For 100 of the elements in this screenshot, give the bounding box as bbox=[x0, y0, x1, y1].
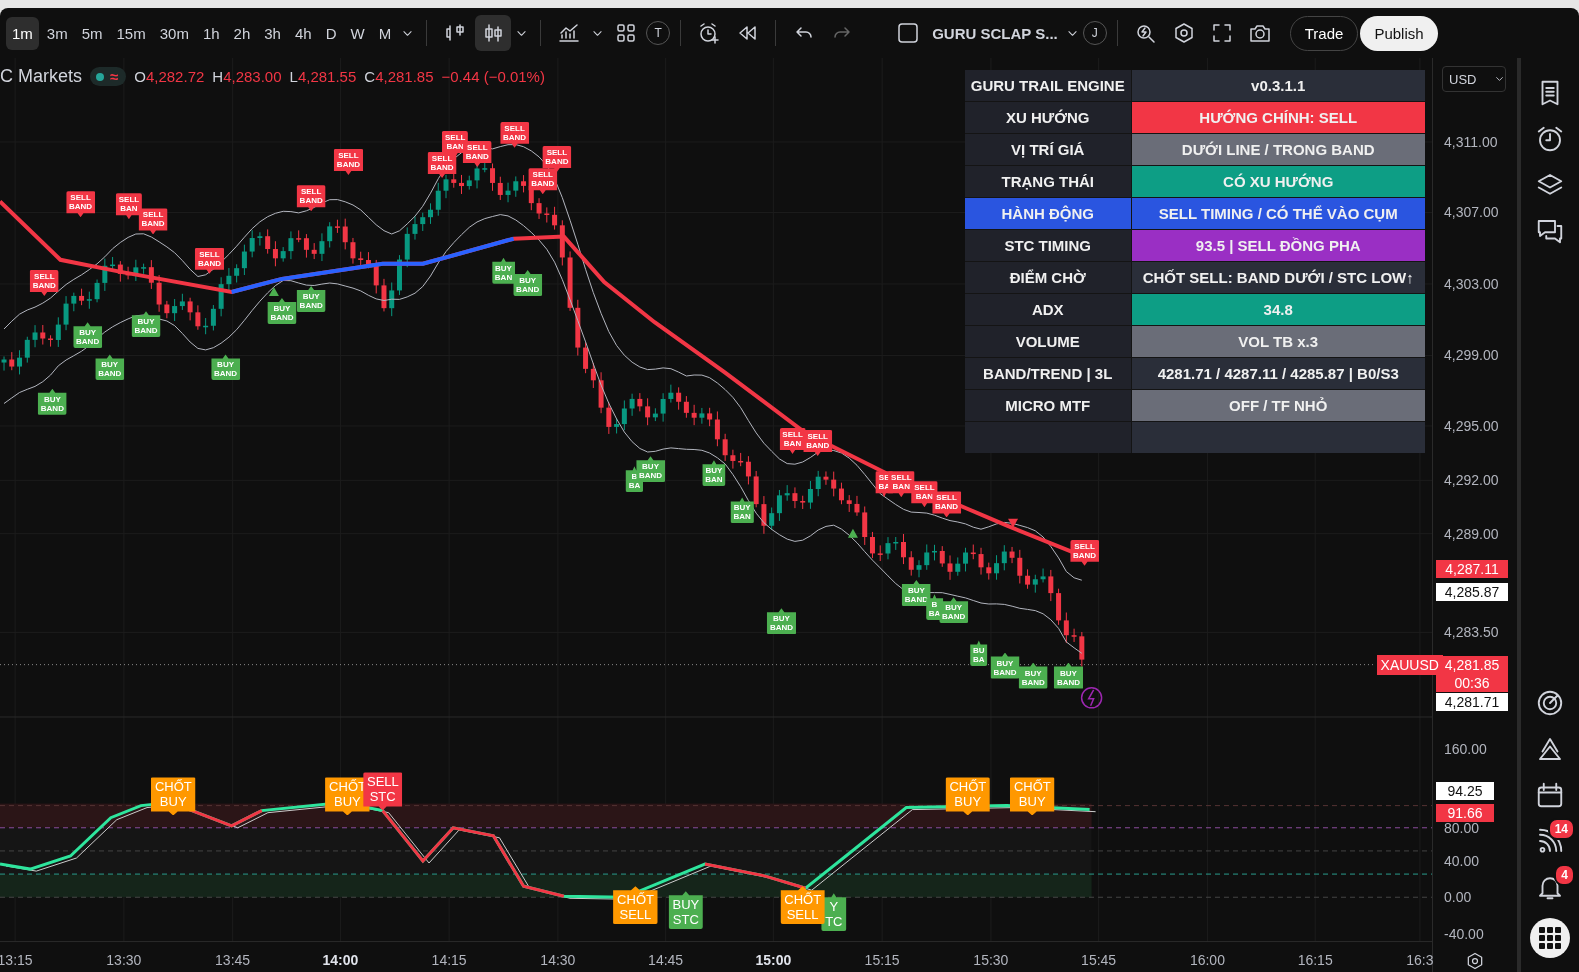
oscillator-tick: 40.00 bbox=[1444, 853, 1480, 869]
time-label: 15:45 bbox=[1081, 951, 1117, 968]
timeframe-tab[interactable]: M bbox=[372, 16, 398, 50]
row-label: ĐIỂM CHỜ bbox=[964, 262, 1131, 294]
ohlc-value: L4,281.55 bbox=[289, 68, 357, 85]
timeframe-tab[interactable]: 1m bbox=[6, 16, 39, 50]
notification-badge: 4 bbox=[1554, 864, 1575, 886]
timeframe-tab[interactable]: 15m bbox=[110, 16, 152, 50]
sell-signal-label: SELL BAND bbox=[66, 191, 96, 218]
notification-badge: 14 bbox=[1547, 818, 1575, 840]
take-profit-label: CHỐT SELL bbox=[780, 886, 825, 925]
timeframe-tab[interactable]: 2h bbox=[227, 16, 257, 50]
buy-signal-label: BUY BAND bbox=[901, 580, 931, 607]
time-label: 16:3 bbox=[1406, 951, 1434, 968]
row-value: CHỐT SELL: BAND DƯỚI / STC LOW↑ bbox=[1131, 262, 1425, 294]
oscillator-tick: 80.00 bbox=[1444, 819, 1480, 836]
buy-signal-label: BUY BAND bbox=[990, 652, 1020, 679]
price-tick: 4,292.00 bbox=[1444, 472, 1499, 489]
sell-signal-label: SELL BAND bbox=[803, 430, 833, 456]
sell-signal-label: SELL BAND bbox=[528, 168, 558, 195]
sell-signal-label: SELL BAND bbox=[194, 247, 224, 274]
price-tick: 4,295.00 bbox=[1444, 417, 1499, 434]
timeframe-tab[interactable]: 30m bbox=[153, 16, 195, 50]
timeframe-tab[interactable]: D bbox=[319, 16, 343, 50]
buy-signal-label: BUY BAND bbox=[267, 298, 297, 325]
time-label: 14:15 bbox=[431, 951, 467, 968]
row-label: STC TIMING bbox=[964, 230, 1131, 262]
row-value: OFF / TF NHỎ bbox=[1131, 390, 1425, 422]
news-button[interactable]: 14 bbox=[1527, 818, 1573, 864]
row-value: DƯỚI LINE / TRONG BAND bbox=[1131, 134, 1425, 166]
buy-signal-label: BUY BAND bbox=[211, 354, 241, 381]
row-label: XU HƯỚNG bbox=[964, 102, 1131, 134]
price-tick: 4,311.00 bbox=[1444, 134, 1498, 150]
sell-signal-label: SELL BAN bbox=[779, 427, 806, 454]
timeframe-tab[interactable]: 5m bbox=[75, 16, 109, 50]
timeframe-tab[interactable]: 3h bbox=[258, 16, 287, 50]
ohlc-value: H4,283.00 bbox=[212, 68, 282, 85]
time-label: 16:15 bbox=[1297, 951, 1333, 968]
symbol-name: C Markets bbox=[0, 66, 82, 87]
sell-signal-label: SELL STC bbox=[363, 772, 403, 811]
row-value: HƯỚNG CHÍNH: SELL bbox=[1131, 102, 1425, 134]
row-label: ADX bbox=[964, 294, 1131, 326]
symbol-price-label: XAUUSD bbox=[1376, 654, 1443, 675]
ohlc-value: O4,282.72 bbox=[134, 68, 205, 85]
take-profit-label: CHỐT BUY bbox=[150, 777, 196, 816]
timeframe-tab[interactable]: 3m bbox=[40, 16, 74, 50]
timeframe-tab[interactable]: W bbox=[344, 16, 371, 50]
sell-signal-label: SELL BAND bbox=[462, 140, 492, 167]
oscillator-tick: -40.00 bbox=[1444, 925, 1484, 942]
visibility-toggle[interactable]: ≈ bbox=[90, 67, 127, 86]
highlighted-row-label: HÀNH ĐỘNG bbox=[964, 198, 1131, 230]
table-title: GURU TRAIL ENGINE bbox=[964, 70, 1131, 102]
buy-signal-label: BUY BAN bbox=[491, 257, 516, 284]
time-label: 13:30 bbox=[106, 951, 142, 968]
timeframe-tab[interactable]: 1h bbox=[196, 16, 226, 50]
sell-signal-label: SELL BAND bbox=[333, 149, 363, 176]
price-change: −0.44 (−0.01%) bbox=[441, 68, 545, 85]
row-label: BAND/TREND | 3L bbox=[964, 358, 1131, 390]
price-tick: 4,283.50 bbox=[1444, 624, 1499, 641]
sell-signal-label: SELL BAND bbox=[932, 491, 962, 518]
sell-signal-label: SELL BAND bbox=[29, 269, 59, 296]
notifications-button[interactable]: 4 bbox=[1527, 864, 1573, 910]
take-profit-label: CHỐT BUY bbox=[1009, 777, 1055, 816]
price-label: 4,285.87 bbox=[1436, 583, 1508, 602]
buy-signal-label: BUY BAND bbox=[95, 354, 125, 381]
row-value: CÓ XU HƯỚNG bbox=[1131, 166, 1425, 198]
sell-signal-label: SELL BAND bbox=[427, 152, 457, 179]
price-tick: 4,307.00 bbox=[1444, 204, 1499, 221]
row-value: SELL TIMING / CÓ THỂ VÀO CỤM bbox=[1131, 198, 1425, 230]
oscillator-tick: 0.00 bbox=[1444, 889, 1472, 906]
buy-signal-label: BUY BAND bbox=[939, 597, 969, 624]
buy-signal-label: BUY BAND bbox=[73, 322, 103, 349]
time-label: 14:45 bbox=[648, 951, 684, 968]
publish-button[interactable]: Publish bbox=[1360, 15, 1438, 51]
sell-signal-label: SELL BAN bbox=[888, 471, 915, 498]
buy-signal-label: BUY BAND bbox=[513, 269, 543, 296]
sell-signal-label: SELL BAND bbox=[500, 121, 530, 148]
buy-signal-label: BUY STC bbox=[668, 891, 703, 930]
time-label: 15:15 bbox=[864, 951, 900, 968]
wave-icon: ≈ bbox=[110, 68, 119, 85]
indicator-name-button[interactable]: GURU SCLAP S... bbox=[928, 18, 1062, 48]
price-tick: 4,299.00 bbox=[1444, 347, 1499, 364]
buy-signal-label: BUY BAND bbox=[37, 388, 67, 415]
row-label: VỊ TRÍ GIÁ bbox=[964, 134, 1131, 166]
timeframe-tab[interactable]: 4h bbox=[288, 16, 318, 50]
buy-signal-label: BUY BAND bbox=[1053, 662, 1083, 689]
buy-signal-label: BUY BAND bbox=[296, 286, 326, 312]
oscillator-tick: 160.00 bbox=[1444, 741, 1487, 758]
row-value: 34.8 bbox=[1131, 294, 1425, 326]
row-label: TRẠNG THÁI bbox=[964, 166, 1131, 198]
sell-signal-label: SELL BAND bbox=[138, 208, 168, 235]
time-label: 14:00 bbox=[322, 951, 359, 968]
buy-signal-label: BUY BAN bbox=[702, 460, 726, 487]
row-value: VOL TB x.3 bbox=[1131, 326, 1425, 358]
currency-dropdown[interactable]: USD bbox=[1442, 66, 1507, 93]
buy-signal-label: BUY BAN bbox=[730, 497, 754, 524]
buy-signal-label: BUY BAND bbox=[1018, 662, 1048, 689]
ohlc-value: C4,281.85 bbox=[364, 68, 434, 85]
sell-signal-label: SELL BAND bbox=[542, 146, 572, 172]
sell-signal-label: SELL BAND bbox=[296, 185, 326, 212]
